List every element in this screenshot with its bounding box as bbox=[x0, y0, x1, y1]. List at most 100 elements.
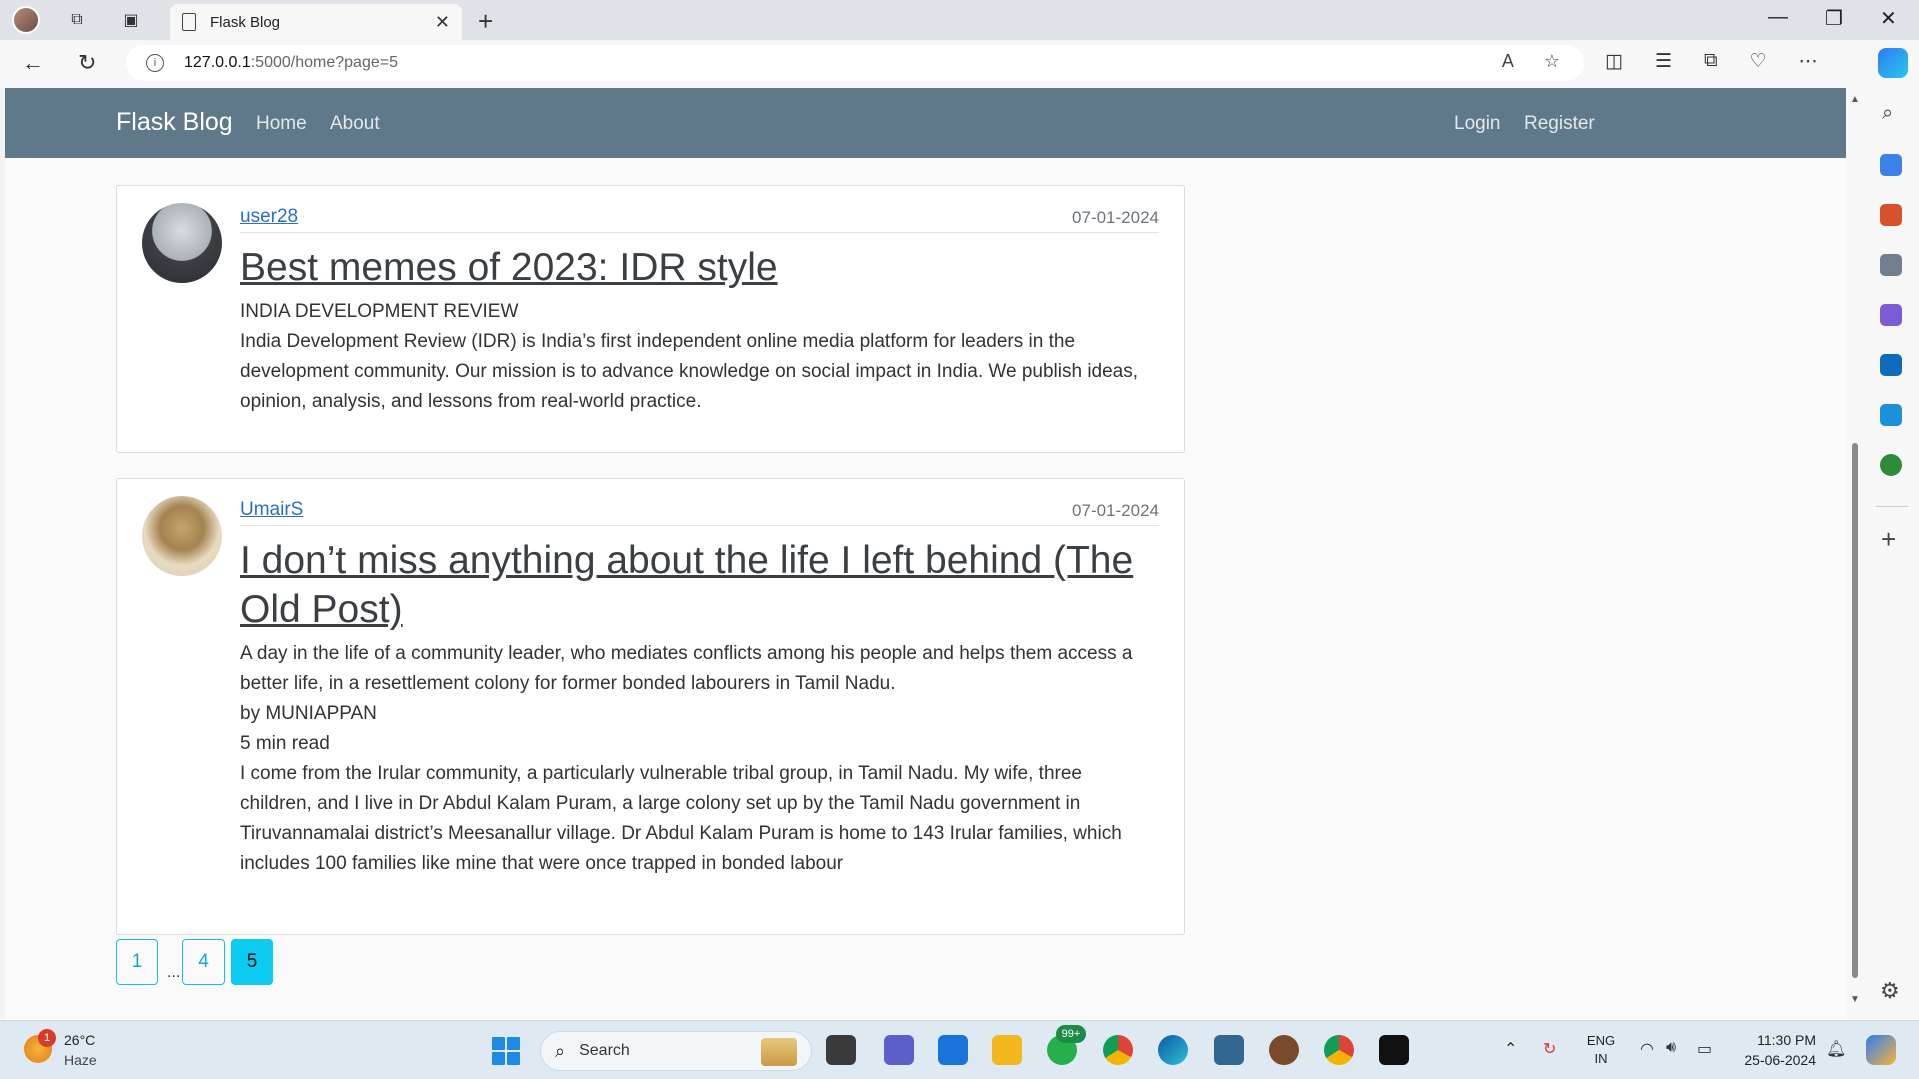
outlook-icon[interactable] bbox=[1880, 354, 1902, 376]
mail-icon[interactable] bbox=[938, 1035, 968, 1065]
post-title-link[interactable]: I don’t miss anything about the life I l… bbox=[240, 536, 1159, 634]
scroll-up-icon[interactable]: ▲ bbox=[1850, 94, 1860, 105]
page-icon bbox=[182, 13, 196, 31]
post-date: 07-01-2024 bbox=[1072, 208, 1159, 227]
nav-about-link[interactable]: About bbox=[330, 113, 380, 135]
wifi-icon[interactable]: ◠ bbox=[1640, 1039, 1654, 1059]
windows-start-icon[interactable] bbox=[492, 1037, 520, 1065]
scrollbar-thumb[interactable] bbox=[1852, 443, 1858, 978]
battery-icon[interactable]: ▭ bbox=[1697, 1039, 1712, 1059]
teams-icon[interactable] bbox=[884, 1035, 914, 1065]
send-icon[interactable] bbox=[1880, 404, 1902, 426]
tab-actions-icon[interactable]: ▣ bbox=[118, 8, 144, 32]
site-brand[interactable]: Flask Blog bbox=[116, 108, 233, 137]
page-scrollbar[interactable]: ▲ ▼ bbox=[1846, 88, 1864, 1020]
page-button-4[interactable]: 4 bbox=[182, 939, 225, 985]
post-content: A day in the life of a community leader,… bbox=[240, 643, 1133, 874]
tab-title: Flask Blog bbox=[210, 13, 281, 31]
post-date: 07-01-2024 bbox=[1072, 501, 1159, 520]
taskbar-search[interactable]: ⌕ Search bbox=[540, 1031, 812, 1071]
edge-icon[interactable] bbox=[1158, 1035, 1188, 1065]
close-tab-icon[interactable]: ✕ bbox=[435, 12, 450, 33]
url-host: 127.0.0.1 bbox=[184, 54, 251, 71]
post-content: INDIA DEVELOPMENT REVIEW India Developme… bbox=[240, 301, 1139, 412]
search-label: Search bbox=[579, 1042, 630, 1059]
post-card: UmairS 07-01-2024 I don’t miss anything … bbox=[116, 478, 1185, 935]
sidebar-divider bbox=[1876, 506, 1908, 507]
windows-taskbar: 1 26°C Haze ⌕ Search 99+ ⌃ ↻ ENG IN ◠ 🔊︎… bbox=[0, 1020, 1919, 1079]
collections-icon[interactable]: ⧉ bbox=[1704, 50, 1718, 73]
post-meta: user28 07-01-2024 bbox=[240, 206, 1159, 233]
post-author-link[interactable]: user28 bbox=[240, 206, 298, 228]
copilot-taskbar-icon[interactable] bbox=[1866, 1035, 1896, 1065]
page-button-5-active[interactable]: 5 bbox=[231, 939, 273, 985]
workspaces-icon[interactable]: ⧉ bbox=[64, 8, 90, 32]
post-author-link[interactable]: UmairS bbox=[240, 499, 303, 521]
region-indicator[interactable]: IN bbox=[1585, 1051, 1617, 1066]
weather-description[interactable]: Haze bbox=[64, 1052, 97, 1068]
split-screen-icon[interactable]: ◫ bbox=[1605, 50, 1623, 73]
nav-login-link[interactable]: Login bbox=[1454, 113, 1501, 135]
weather-temperature[interactable]: 26°C bbox=[64, 1032, 95, 1048]
post-card: user28 07-01-2024 Best memes of 2023: ID… bbox=[116, 185, 1185, 453]
new-tab-icon[interactable]: + bbox=[478, 6, 493, 37]
browser-title-bar: ⧉ ▣ Flask Blog ✕ + — ❐ ✕ bbox=[0, 0, 1919, 40]
browser-tab[interactable]: Flask Blog ✕ bbox=[170, 4, 462, 40]
weather-alert-badge: 1 bbox=[38, 1029, 56, 1047]
search-icon: ⌕ bbox=[555, 1040, 566, 1061]
page-button-1[interactable]: 1 bbox=[116, 939, 158, 985]
minimize-icon[interactable]: — bbox=[1768, 6, 1788, 29]
volume-icon[interactable]: 🔊︎ bbox=[1666, 1039, 1676, 1057]
favorite-star-icon[interactable]: ☆ bbox=[1544, 51, 1560, 72]
chrome-icon[interactable] bbox=[1103, 1035, 1133, 1065]
games-chess-icon[interactable] bbox=[1880, 254, 1902, 276]
author-avatar bbox=[142, 203, 222, 283]
add-sidebar-app-icon[interactable]: + bbox=[1881, 524, 1896, 555]
notifications-bell-icon[interactable]: 🔔︎ bbox=[1826, 1039, 1846, 1059]
close-window-icon[interactable]: ✕ bbox=[1880, 6, 1897, 31]
show-hidden-icons-chevron[interactable]: ⌃ bbox=[1504, 1039, 1517, 1059]
more-options-icon[interactable]: ⋯ bbox=[1799, 50, 1818, 73]
tree-icon[interactable] bbox=[1880, 454, 1902, 476]
edge-sidebar: ⌕ + ⚙ bbox=[1864, 88, 1919, 1020]
chrome-profile-icon[interactable] bbox=[1324, 1035, 1354, 1065]
refresh-icon[interactable]: ↻ bbox=[78, 50, 96, 76]
language-indicator[interactable]: ENG bbox=[1585, 1033, 1617, 1048]
site-info-icon[interactable]: i bbox=[146, 54, 164, 72]
site-navbar: Flask Blog Home About Login Register bbox=[5, 88, 1846, 158]
author-avatar bbox=[142, 496, 222, 576]
address-bar-actions: A ☆ bbox=[1502, 51, 1560, 72]
browser-toolbar: ◫ ☰ ⧉ ♡ ⋯ bbox=[1605, 50, 1818, 73]
url-path: :5000/home?page=5 bbox=[250, 54, 398, 71]
profile-avatar[interactable] bbox=[12, 6, 40, 34]
address-bar[interactable]: i 127.0.0.1:5000/home?page=5 A ☆ bbox=[126, 45, 1584, 81]
sidebar-search-icon[interactable]: ⌕ bbox=[1882, 102, 1893, 125]
address-bar-row: ← ↻ i 127.0.0.1:5000/home?page=5 A ☆ ◫ ☰… bbox=[0, 40, 1919, 88]
office-icon[interactable] bbox=[1880, 304, 1902, 326]
sync-icon[interactable]: ↻ bbox=[1543, 1039, 1556, 1059]
favorites-icon[interactable]: ☰ bbox=[1655, 50, 1672, 73]
file-explorer-icon[interactable] bbox=[992, 1035, 1022, 1065]
sidebar-settings-gear-icon[interactable]: ⚙ bbox=[1880, 978, 1900, 1004]
nav-home-link[interactable]: Home bbox=[256, 113, 307, 135]
app-emblem-icon[interactable] bbox=[1269, 1035, 1299, 1065]
post-meta: UmairS 07-01-2024 bbox=[240, 499, 1159, 526]
whatsapp-badge: 99+ bbox=[1056, 1025, 1086, 1043]
read-aloud-icon[interactable]: A bbox=[1502, 51, 1514, 72]
copilot-icon[interactable] bbox=[1878, 48, 1908, 78]
scroll-down-icon[interactable]: ▼ bbox=[1850, 994, 1860, 1005]
back-icon[interactable]: ← bbox=[22, 50, 44, 76]
page-viewport: Flask Blog Home About Login Register use… bbox=[5, 88, 1846, 1020]
restore-icon[interactable]: ❐ bbox=[1825, 6, 1843, 31]
shopping-tag-icon[interactable] bbox=[1880, 154, 1902, 176]
clock-time[interactable]: 11:30 PM bbox=[1736, 1032, 1816, 1048]
clock-date[interactable]: 25-06-2024 bbox=[1736, 1052, 1816, 1068]
pycharm-icon[interactable] bbox=[1379, 1035, 1409, 1065]
task-view-icon[interactable] bbox=[826, 1035, 856, 1065]
postgresql-icon[interactable] bbox=[1214, 1035, 1244, 1065]
tools-briefcase-icon[interactable] bbox=[1880, 204, 1902, 226]
search-highlight-icon bbox=[761, 1038, 797, 1066]
nav-register-link[interactable]: Register bbox=[1524, 113, 1595, 135]
browser-essentials-icon[interactable]: ♡ bbox=[1750, 50, 1767, 73]
post-title-link[interactable]: Best memes of 2023: IDR style bbox=[240, 243, 1159, 292]
